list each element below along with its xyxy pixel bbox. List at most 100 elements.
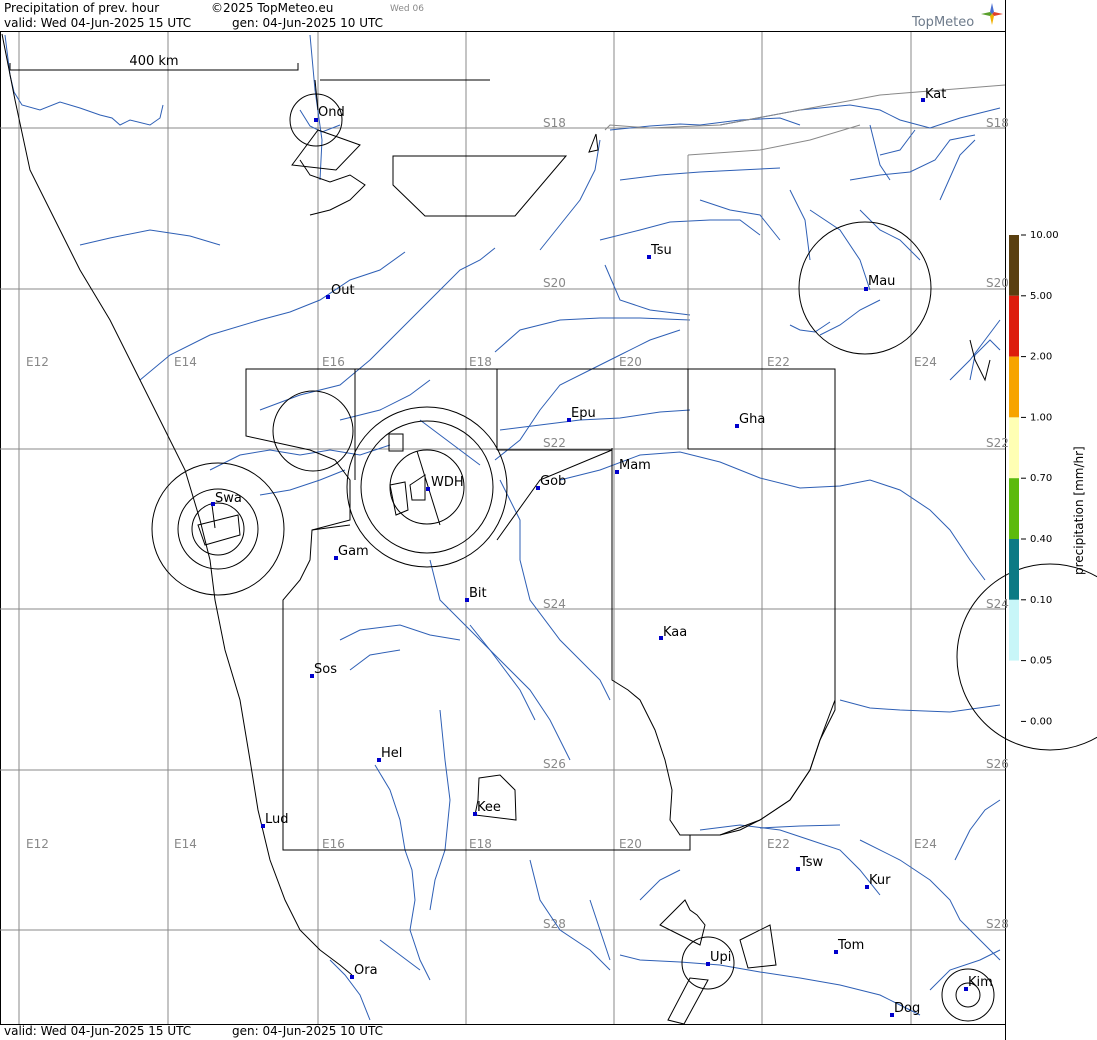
town-label: Kaa [663,625,687,640]
town-marker-icon [326,295,330,299]
precipitation-map[interactable]: E12 E14 E16 E18 E20 E22 E24 E12 E14 E16 … [0,0,1097,1040]
town-ond: Ond [314,105,345,122]
grid-label: S24 [986,597,1009,611]
town-label: Swa [215,491,242,506]
legend-swatch [1009,478,1019,539]
grid-label: S20 [543,276,566,290]
grid-label: E20 [619,355,642,369]
coastline-and-borders [1,33,1006,976]
town-label: Mau [868,274,895,289]
legend-level-label: 0.70 [1030,473,1052,484]
grid-label: E18 [469,355,492,369]
town-label: Tsu [650,243,672,258]
town-label: Kur [869,873,891,888]
precipitation-legend: 10.00 5.00 2.00 1.00 0.70 0.40 0.10 0.05 0.00 pr… [1009,230,1086,727]
town-label: Gam [338,544,369,559]
town-out: Out [326,283,355,299]
legend-level-label: 0.40 [1030,534,1052,545]
grid-label: E12 [26,355,49,369]
legend-swatch [1009,295,1019,357]
grid-label: S24 [543,597,566,611]
legend-level-label: 0.05 [1030,656,1052,667]
grid-label: S22 [986,436,1009,450]
grid-label: E22 [767,837,790,851]
grid-label: S26 [986,757,1009,771]
grid-label: E24 [914,355,937,369]
town-dog: Dog [890,1001,920,1017]
grid-label: S20 [986,276,1009,290]
town-tom: Tom [834,938,864,954]
town-label: Ora [354,963,378,978]
legend-swatch [1009,417,1019,479]
town-label: Dog [894,1001,920,1016]
town-label: Sos [314,662,337,677]
latitude-labels: S18 S20 S22 S24 S26 S28 [543,116,566,931]
legend-ticks: 10.00 5.00 2.00 1.00 0.70 0.40 0.10 0.05 0.00 [1021,230,1059,727]
town-bit: Bit [465,586,487,602]
town-lud: Lud [261,812,289,828]
town-label: Tsw [799,855,824,870]
town-sos: Sos [310,662,337,678]
town-gam: Gam [334,544,369,560]
grid-label: E14 [174,837,197,851]
airspace-boundaries [197,129,836,1025]
grid-label: S28 [986,917,1009,931]
legend-level-label: 10.00 [1030,230,1059,241]
legend-swatch [1009,599,1019,661]
legend-swatch [1009,539,1019,600]
town-kaa: Kaa [659,625,687,640]
town-marker-icon [426,487,430,491]
town-mau: Mau [864,274,895,291]
town-hel: Hel [377,746,402,762]
town-label: Kim [968,975,993,990]
town-kat: Kat [921,87,946,102]
topmeteo-logo-icon [981,3,1003,25]
town-label: Kat [925,87,946,102]
legend-title: precipitation [mm/hr] [1072,446,1086,575]
legend-level-label: 2.00 [1030,352,1052,363]
town-epu: Epu [567,406,596,422]
scale-bar-label: 400 km [129,54,178,69]
airspace-circles [151,93,1097,1022]
longitude-labels-lower: E12 E14 E16 E18 E20 E22 E24 [26,837,937,851]
town-gha: Gha [735,412,765,428]
grid-label: E20 [619,837,642,851]
town-swa: Swa [211,491,242,506]
town-markers: Ond Kat Out Tsu Mau Epu Gha Mam Gob WDH … [211,87,993,1017]
grid-label: E16 [322,837,345,851]
town-label: Hel [381,746,402,761]
town-upi: Upi [706,950,731,966]
town-kee: Kee [473,800,501,816]
grid-label: E14 [174,355,197,369]
grid-label: E16 [322,355,345,369]
grid-label: S28 [543,917,566,931]
town-kim: Kim [964,975,993,991]
grid-label: S22 [543,436,566,450]
town-label: WDH [431,475,464,490]
legend-level-label: 5.00 [1030,291,1052,302]
legend-color-bar [1009,235,1019,661]
grid-label: E22 [767,355,790,369]
town-label: Tom [837,938,864,953]
grid-label: E18 [469,837,492,851]
town-label: Upi [710,950,731,965]
town-tsu: Tsu [647,243,672,259]
legend-level-label: 0.10 [1030,595,1052,606]
legend-level-label: 0.00 [1030,716,1052,727]
grid-label: S18 [986,116,1009,130]
longitude-labels-upper: E12 E14 E16 E18 E20 E22 E24 [26,355,937,369]
legend-level-label: 1.00 [1030,412,1052,423]
town-kur: Kur [865,873,891,889]
town-wdh: WDH [426,475,464,491]
grid-label: E24 [914,837,937,851]
town-ora: Ora [350,963,378,979]
grid-label: S26 [543,757,566,771]
town-label: Bit [469,586,487,601]
grid-label: E12 [26,837,49,851]
grid-label: S18 [543,116,566,130]
town-label: Kee [477,800,501,815]
map-frame [0,31,1006,1025]
town-label: Gob [540,474,566,489]
town-label: Ond [318,105,345,120]
graticule [0,32,1005,1024]
